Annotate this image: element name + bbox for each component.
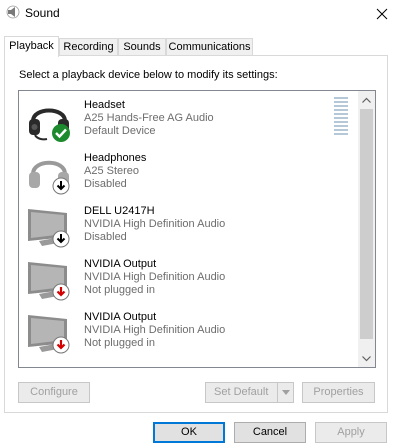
scroll-thumb[interactable] bbox=[360, 109, 373, 339]
set-default-dropdown[interactable] bbox=[277, 383, 293, 402]
volume-level-meter bbox=[334, 97, 348, 137]
green-check-badge bbox=[52, 124, 70, 142]
tab-communications[interactable]: Communications bbox=[166, 38, 253, 56]
close-icon bbox=[376, 8, 388, 19]
scroll-down-button[interactable] bbox=[358, 350, 375, 367]
device-driver: A25 Stereo bbox=[84, 165, 140, 177]
apply-button[interactable]: Apply bbox=[315, 422, 387, 443]
device-name: Headset bbox=[84, 99, 125, 111]
list-item-headphones[interactable]: Headphones A25 Stereo Disabled bbox=[19, 146, 359, 198]
monitor-icon bbox=[28, 209, 70, 248]
device-name: NVIDIA Output bbox=[84, 258, 157, 270]
device-status: Disabled bbox=[84, 231, 127, 243]
vertical-scrollbar[interactable] bbox=[358, 91, 375, 367]
chevron-up-icon bbox=[362, 97, 371, 103]
device-status: Default Device bbox=[84, 125, 156, 137]
ok-button[interactable]: OK bbox=[153, 422, 225, 443]
list-item-headset[interactable]: Headset A25 Hands-Free AG Audio Default … bbox=[19, 93, 359, 145]
headset-icon bbox=[29, 108, 70, 142]
device-status: Disabled bbox=[84, 178, 127, 190]
tab-playback[interactable]: Playback bbox=[4, 36, 59, 57]
device-status: Not plugged in bbox=[84, 284, 155, 296]
headphones-icon bbox=[29, 160, 70, 195]
set-default-button[interactable]: Set Default bbox=[205, 382, 294, 403]
properties-button[interactable]: Properties bbox=[302, 382, 375, 403]
list-item-nvidia-output[interactable]: NVIDIA Output NVIDIA High Definition Aud… bbox=[19, 252, 359, 304]
chevron-down-icon bbox=[362, 355, 371, 361]
device-name: DELL U2417H bbox=[84, 205, 155, 217]
window-title: Sound bbox=[25, 6, 60, 20]
device-driver: NVIDIA High Definition Audio bbox=[84, 324, 226, 336]
tab-sounds[interactable]: Sounds bbox=[118, 38, 166, 56]
device-driver: NVIDIA High Definition Audio bbox=[84, 218, 226, 230]
tab-recording[interactable]: Recording bbox=[59, 38, 118, 56]
list-item-dell-u2417h[interactable]: DELL U2417H NVIDIA High Definition Audio… bbox=[19, 199, 359, 251]
scroll-up-button[interactable] bbox=[358, 91, 375, 108]
speaker-icon bbox=[6, 5, 20, 19]
cancel-button[interactable]: Cancel bbox=[234, 422, 306, 443]
device-driver: NVIDIA High Definition Audio bbox=[84, 271, 226, 283]
configure-button[interactable]: Configure bbox=[18, 382, 90, 403]
chevron-down-icon bbox=[281, 390, 290, 395]
monitor-icon bbox=[28, 315, 70, 354]
device-status: Not plugged in bbox=[84, 337, 155, 349]
device-name: NVIDIA Output bbox=[84, 311, 157, 323]
device-driver: A25 Hands-Free AG Audio bbox=[84, 112, 214, 124]
title-bar: Sound bbox=[0, 0, 402, 27]
list-item-nvidia-output[interactable]: NVIDIA Output NVIDIA High Definition Aud… bbox=[19, 305, 359, 357]
device-name: Headphones bbox=[84, 152, 147, 164]
monitor-icon bbox=[28, 262, 70, 301]
set-default-label: Set Default bbox=[214, 386, 269, 398]
instruction-text: Select a playback device below to modify… bbox=[19, 69, 278, 81]
device-list[interactable]: Headset A25 Hands-Free AG Audio Default … bbox=[18, 90, 376, 368]
playback-panel: Select a playback device below to modify… bbox=[4, 55, 388, 413]
close-button[interactable] bbox=[362, 0, 402, 27]
